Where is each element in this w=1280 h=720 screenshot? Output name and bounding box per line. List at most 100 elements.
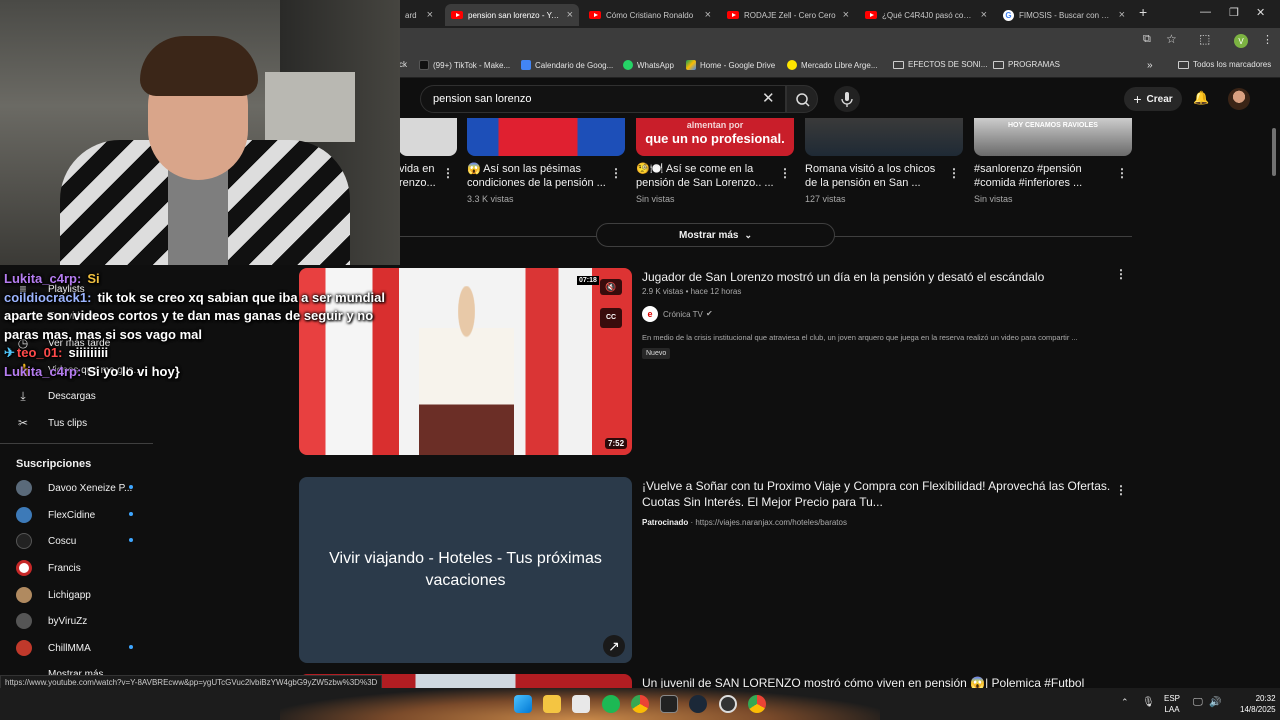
channel-avatar[interactable]: e — [642, 306, 658, 322]
epic-games-icon[interactable] — [660, 695, 678, 713]
short-title[interactable]: vida en renzo... — [399, 162, 439, 190]
close-tab-icon[interactable]: × — [843, 9, 849, 21]
bookmark-item[interactable]: Calendario de Goog... — [521, 60, 613, 70]
new-badge: Nuevo — [642, 348, 671, 359]
browser-tab[interactable]: ard × — [399, 4, 439, 26]
minimize-button[interactable]: — — [1200, 6, 1211, 18]
short-title[interactable]: #sanlorenzo #pensión #comida #inferiores… — [974, 162, 1114, 190]
subscription-item[interactable]: Coscu — [16, 533, 136, 549]
more-options-icon[interactable]: ⋮ — [1115, 483, 1127, 497]
short-thumbnail[interactable]: HOY CENAMOS RAVIOLES — [974, 118, 1132, 156]
scrollbar-track[interactable] — [1271, 118, 1277, 688]
voice-search-button[interactable] — [834, 86, 860, 112]
create-button[interactable]: + Crear — [1124, 87, 1182, 111]
subscription-item[interactable]: Davoo Xeneize P... — [16, 480, 136, 496]
short-thumbnail[interactable] — [805, 118, 963, 156]
browser-tab[interactable]: G FIMOSIS - Buscar con Google × — [997, 4, 1131, 26]
windows-start-icon[interactable] — [514, 695, 532, 713]
subscriptions-heading[interactable]: Suscripciones — [16, 458, 91, 470]
browser-menu-icon[interactable]: ⋮ — [1262, 33, 1273, 46]
ad-url[interactable]: https://viajes.naranjax.com/hoteles/bara… — [695, 518, 847, 527]
more-options-icon[interactable]: ⋮ — [779, 166, 791, 180]
close-tab-icon[interactable]: × — [705, 9, 711, 21]
short-thumbnail[interactable]: almentan por que un no profesional. — [636, 118, 794, 156]
bookmark-item[interactable]: Mercado Libre Arge... — [787, 60, 877, 70]
wall-picture — [265, 72, 355, 142]
search-button[interactable] — [786, 85, 818, 113]
clear-search-icon[interactable]: ✕ — [762, 89, 775, 107]
bookmark-star-icon[interactable]: ☆ — [1166, 32, 1177, 46]
bookmark-item[interactable]: PROGRAMAS — [993, 60, 1060, 69]
more-options-icon[interactable]: ⋮ — [1115, 267, 1127, 281]
tray-chevron-icon[interactable]: ⌃ — [1121, 697, 1129, 708]
bookmark-item[interactable]: Home - Google Drive — [686, 60, 775, 70]
close-tab-icon[interactable]: × — [981, 9, 987, 21]
new-tab-button[interactable]: + — [1139, 4, 1147, 20]
short-thumbnail[interactable] — [399, 118, 457, 156]
browser-tab[interactable]: Cómo Cristiano Ronaldo × — [583, 4, 717, 26]
subscription-item[interactable]: Francis — [16, 560, 136, 576]
scrollbar-thumb[interactable] — [1272, 128, 1276, 176]
obs-icon[interactable] — [719, 695, 737, 713]
cast-icon[interactable]: ⧉ — [1143, 33, 1151, 46]
account-avatar[interactable] — [1228, 88, 1250, 110]
close-tab-icon[interactable]: × — [427, 9, 433, 21]
chrome-icon[interactable] — [631, 695, 649, 713]
browser-tab[interactable]: pension san lorenzo - YouTube × — [445, 4, 579, 26]
browser-tab[interactable]: ¿Qué C4R4J0 pasó con C... × — [859, 4, 993, 26]
short-title[interactable]: 😱 Así son las pésimas condiciones de la … — [467, 162, 607, 190]
subscription-item[interactable]: byViruZz — [16, 613, 136, 629]
file-explorer-icon[interactable] — [543, 695, 561, 713]
bookmark-item[interactable]: EFECTOS DE SONI... — [893, 60, 987, 69]
steam-icon[interactable] — [689, 695, 707, 713]
search-input[interactable] — [420, 85, 786, 113]
short-title[interactable]: Romana visitó a los chicos de la pensión… — [805, 162, 945, 190]
sidebar-item-clips[interactable]: ✂ Tus clips — [16, 416, 87, 430]
channel-name[interactable]: Crónica TV — [663, 310, 703, 319]
short-thumbnail[interactable] — [467, 118, 625, 156]
more-options-icon[interactable]: ⋮ — [442, 166, 454, 180]
spotify-icon[interactable] — [602, 695, 620, 713]
mic-tray-icon[interactable]: 🎙 — [1142, 697, 1155, 708]
chat-text: siiiiiiiii — [68, 345, 109, 360]
language-indicator[interactable]: ESP LAA — [1164, 693, 1180, 715]
chrome-profile-icon[interactable] — [748, 695, 766, 713]
system-clock[interactable]: 20:32 14/8/2025 — [1240, 693, 1276, 715]
bookmark-item[interactable]: WhatsApp — [623, 60, 674, 70]
more-options-icon[interactable]: ⋮ — [610, 166, 622, 180]
ad-thumbnail[interactable]: Vivir viajando - Hoteles - Tus próximas … — [299, 477, 632, 663]
volume-icon[interactable]: 🔊 — [1209, 697, 1221, 708]
bookmark-item[interactable]: (99+) TikTok - Make... — [419, 60, 510, 70]
short-views: Sin vistas — [974, 194, 1013, 204]
notifications-bell-icon[interactable]: 🔔 — [1193, 90, 1209, 106]
captions-icon[interactable]: CC — [600, 308, 622, 328]
youtube-favicon-icon — [865, 11, 877, 19]
calendar-app-icon[interactable] — [572, 695, 590, 713]
browser-tab[interactable]: RODAJE Zell - Cero Cero × — [721, 4, 855, 26]
bookmark-item[interactable]: ck — [399, 60, 407, 69]
tab-label: ard — [405, 10, 417, 20]
more-bookmarks-icon[interactable]: » — [1147, 60, 1153, 71]
open-external-icon[interactable]: ↗ — [603, 635, 625, 657]
ad-title[interactable]: ¡Vuelve a Soñar con tu Proximo Viaje y C… — [642, 478, 1112, 510]
more-options-icon[interactable]: ⋮ — [1116, 166, 1128, 180]
subscription-item[interactable]: ChillMMA — [16, 640, 136, 656]
close-window-button[interactable]: ✕ — [1256, 6, 1265, 19]
subscription-item[interactable]: FlexCidine — [16, 507, 136, 523]
sidebar-item-downloads[interactable]: ⤓ Descargas — [16, 389, 95, 403]
mute-icon[interactable]: 🔇 — [600, 279, 622, 295]
subscription-item[interactable]: Lichigapp — [16, 587, 136, 603]
close-tab-icon[interactable]: × — [1119, 9, 1125, 21]
maximize-button[interactable]: ❐ — [1229, 6, 1239, 19]
short-title[interactable]: 🧐🍽️ Así se come en la pensión de San Lor… — [636, 162, 776, 190]
show-more-button[interactable]: Mostrar más ⌄ — [596, 223, 835, 247]
close-tab-icon[interactable]: × — [567, 9, 573, 21]
profile-avatar[interactable]: V — [1234, 34, 1248, 48]
video-description: En medio de la crisis institucional que … — [642, 333, 1078, 342]
new-content-dot — [129, 645, 133, 649]
extensions-icon[interactable]: ⬚ — [1199, 32, 1210, 46]
video-title[interactable]: Jugador de San Lorenzo mostró un día en … — [642, 270, 1044, 284]
more-options-icon[interactable]: ⋮ — [948, 166, 960, 180]
network-icon[interactable]: 🖵 — [1193, 697, 1203, 708]
all-bookmarks[interactable]: Todos los marcadores — [1178, 60, 1271, 69]
